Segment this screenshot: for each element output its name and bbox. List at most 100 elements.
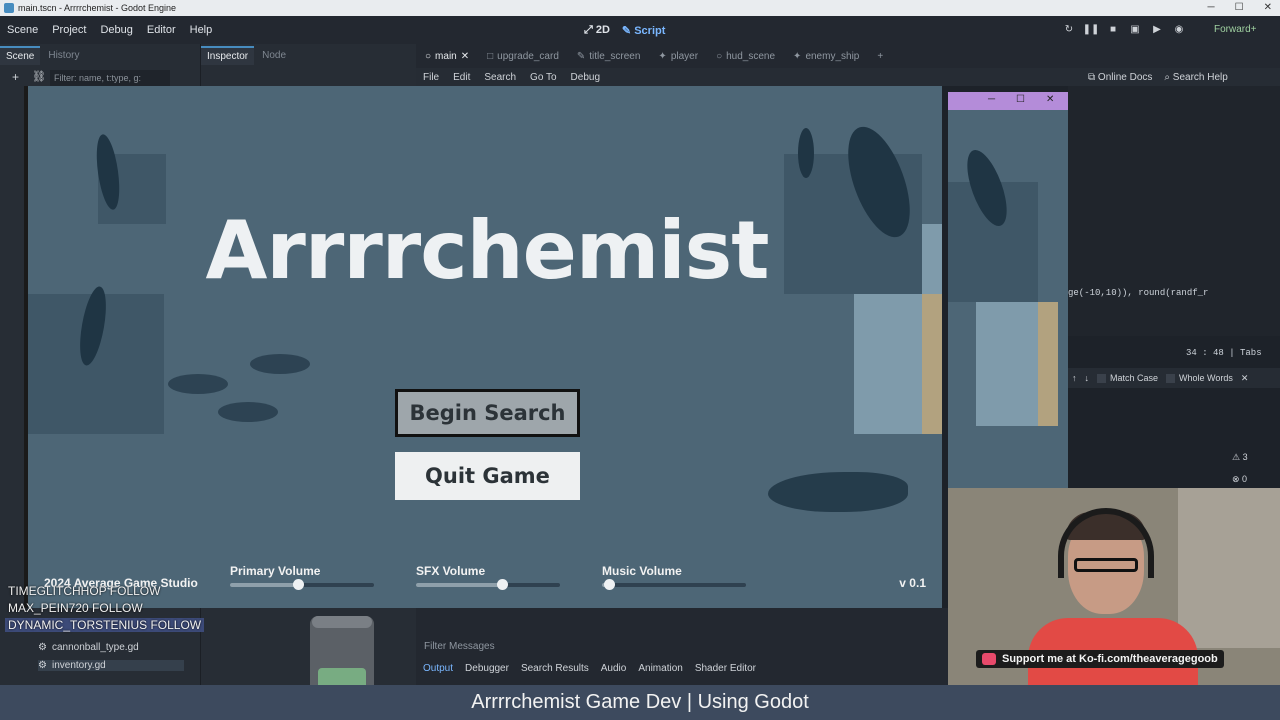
pause-icon[interactable]: ❚❚ (1082, 21, 1100, 39)
online-docs-label: Online Docs (1097, 71, 1153, 83)
tab-title-screen[interactable]: ✎ title_screen (568, 51, 650, 62)
link-icon[interactable]: ⛓ (32, 70, 46, 83)
workspace-script-label: Script (634, 24, 666, 37)
close-icon[interactable]: ✕ (1264, 2, 1272, 13)
primary-volume-slider[interactable] (230, 579, 374, 590)
script-menu-debug[interactable]: Debug (564, 72, 607, 83)
godot-logo-icon (4, 3, 14, 13)
menu-scene[interactable]: Scene (0, 24, 45, 36)
tab-upgrade-card[interactable]: □ upgrade_card (478, 51, 568, 62)
add-node-icon[interactable]: + (12, 70, 19, 84)
control-icon: □ (487, 50, 494, 62)
pencil-icon: ✎ (576, 50, 586, 62)
error-count[interactable]: ⊗ 0 (1232, 474, 1280, 485)
close-icon[interactable]: ✕ (1046, 94, 1054, 105)
scene-icon: ○ (425, 50, 432, 62)
code-editor[interactable] (1068, 86, 1280, 336)
online-docs-button[interactable]: ⧉ Online Docs (1088, 72, 1152, 83)
match-case-toggle[interactable]: Match Case (1097, 372, 1159, 384)
tab-upgrade-card-label: upgrade_card (497, 50, 559, 62)
tab-history[interactable]: History (42, 47, 85, 64)
whole-words-label: Whole Words (1179, 372, 1233, 383)
slider-knob[interactable] (292, 579, 304, 590)
script-menu-edit[interactable]: Edit (446, 72, 477, 83)
cursor-position: 34 : 48 | Tabs (1186, 348, 1262, 358)
menu-debug[interactable]: Debug (93, 24, 139, 36)
version-label: v 0.1 (899, 576, 926, 590)
window-title-bar: main.tscn - Arrrrchemist - Godot Engine … (0, 0, 1280, 16)
tab-main[interactable]: ○ main ✕ (416, 51, 478, 62)
node-icon: ✦ (793, 50, 802, 62)
chat-message: TIMEGLITCHHOP FOLLOW (8, 584, 161, 598)
menu-project[interactable]: Project (45, 24, 93, 36)
close-icon[interactable]: ✕ (1241, 373, 1249, 384)
maximize-icon[interactable]: ☐ (1235, 2, 1244, 13)
slider-knob[interactable] (604, 579, 616, 590)
tab-shader-editor[interactable]: Shader Editor (695, 663, 756, 679)
menu-help[interactable]: Help (183, 24, 220, 36)
tab-output[interactable]: Output (423, 663, 453, 679)
music-volume-slider[interactable] (602, 579, 746, 590)
menu-editor[interactable]: Editor (140, 24, 183, 36)
filter-messages-input[interactable]: Filter Messages (424, 641, 495, 652)
game-window-secondary-titlebar: ─ ☐ ✕ (948, 92, 1068, 110)
bottom-tabs: Output Debugger Search Results Audio Ani… (416, 663, 756, 679)
tab-node[interactable]: Node (256, 47, 292, 64)
maximize-icon[interactable]: ☐ (1016, 94, 1025, 105)
workspace-script-button[interactable]: ✎ Script (622, 24, 665, 37)
close-icon[interactable]: ✕ (461, 51, 469, 62)
tab-animation[interactable]: Animation (638, 663, 682, 679)
play-scene-icon[interactable]: ▶ (1148, 21, 1166, 39)
sfx-volume-control: SFX Volume (416, 564, 560, 590)
tab-inspector[interactable]: Inspector (201, 45, 255, 65)
warning-count[interactable]: ⚠ 3 (1232, 452, 1280, 474)
arrow-down-icon[interactable]: ↓ (1085, 373, 1090, 383)
tab-enemy-ship[interactable]: ✦ enemy_ship (784, 51, 868, 62)
tab-main-label: main (435, 50, 457, 62)
tab-hud-scene-label: hud_scene (726, 50, 776, 62)
add-tab-icon[interactable]: + (868, 51, 892, 62)
primary-volume-control: Primary Volume (230, 564, 374, 590)
begin-search-button[interactable]: Begin Search (395, 389, 580, 437)
whole-words-toggle[interactable]: Whole Words (1166, 372, 1233, 384)
restart-icon[interactable]: ↻ (1060, 21, 1078, 39)
workspace-2d-label: 2D (595, 23, 610, 36)
quit-game-button[interactable]: Quit Game (395, 452, 580, 500)
game-window-secondary (948, 92, 1068, 492)
stop-icon[interactable]: ■ (1104, 21, 1122, 39)
arrow-up-icon[interactable]: ↑ (1072, 373, 1077, 383)
gear-icon: ⚙ (38, 660, 47, 671)
glasses (1074, 558, 1138, 572)
chat-message: DYNAMIC_TORSTENIUS FOLLOW (5, 618, 205, 632)
remote-debug-icon[interactable]: ▣ (1126, 21, 1144, 39)
minimize-icon[interactable]: ─ (988, 94, 995, 105)
match-case-label: Match Case (1110, 372, 1159, 383)
tab-search-results[interactable]: Search Results (521, 663, 589, 679)
script-menu-goto[interactable]: Go To (523, 72, 564, 83)
minimize-icon[interactable]: ─ (1208, 2, 1215, 13)
tab-audio[interactable]: Audio (601, 663, 627, 679)
scene-filter-input[interactable]: Filter: name, t:type, g: (50, 70, 170, 86)
script-menu-search[interactable]: Search (477, 72, 523, 83)
search-help-button[interactable]: ⌕ Search Help (1164, 72, 1227, 83)
workspace-2d-button[interactable]: ⤢ 2D (584, 24, 610, 37)
tab-debugger[interactable]: Debugger (465, 663, 509, 679)
tab-player-label: player (670, 50, 699, 62)
help-buttons: ⧉ Online Docs ⌕ Search Help (1088, 68, 1228, 86)
tab-enemy-ship-label: enemy_ship (805, 50, 860, 62)
file-item[interactable]: ⚙ inventory.gd (38, 660, 184, 671)
tab-hud-scene[interactable]: ○ hud_scene (707, 51, 784, 62)
renderer-select[interactable]: Forward+ (1214, 24, 1257, 35)
movie-icon[interactable]: ◉ (1170, 21, 1188, 39)
play-controls: ↻ ❚❚ ■ ▣ ▶ ◉ (1060, 20, 1188, 40)
tab-scene[interactable]: Scene (0, 45, 41, 65)
sfx-volume-slider[interactable] (416, 579, 560, 590)
tab-title-screen-label: title_screen (589, 50, 641, 62)
script-menu-file[interactable]: File (416, 72, 446, 83)
tab-player[interactable]: ✦ player (649, 51, 707, 62)
node-icon: ✦ (658, 50, 667, 62)
kofi-banner: Support me at Ko-fi.com/theaveragegoob (976, 650, 1224, 668)
slider-knob[interactable] (497, 579, 509, 590)
control-icon: ○ (716, 50, 723, 62)
file-item[interactable]: ⚙ cannonball_type.gd (38, 642, 139, 653)
